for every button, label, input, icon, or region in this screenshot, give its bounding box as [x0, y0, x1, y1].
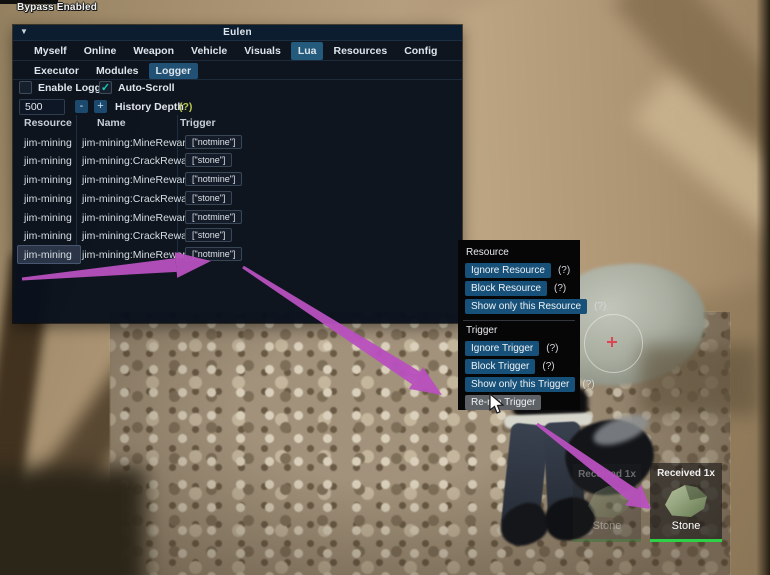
- rerun-trigger-button[interactable]: Re-run Trigger: [465, 395, 541, 410]
- name-cell: jim-mining:CrackReward: [82, 193, 196, 205]
- block-trigger-button[interactable]: Block Trigger: [465, 359, 535, 374]
- target-reticle-circle: [584, 314, 643, 373]
- help-icon: (?): [582, 379, 594, 390]
- window-title: Eulen: [13, 27, 462, 38]
- name-cell: jim-mining:MineReward: [82, 249, 192, 261]
- trigger-value[interactable]: ["notmine"]: [185, 247, 242, 261]
- name-cell: jim-mining:MineReward: [82, 174, 192, 186]
- notification-progress-bar: [650, 539, 722, 542]
- tab-myself[interactable]: Myself: [27, 42, 74, 60]
- resource-cell: jim-mining: [24, 137, 72, 149]
- history-depth-input[interactable]: [19, 99, 65, 115]
- ignore-trigger-button[interactable]: Ignore Trigger: [465, 341, 539, 356]
- trigger-context-menu: Resource Ignore Resource (?) Block Resou…: [458, 240, 580, 410]
- help-icon: (?): [546, 343, 558, 354]
- item-notification: Received 1x Stone: [650, 463, 722, 542]
- context-section-trigger: Trigger: [466, 325, 575, 336]
- resource-cell: jim-mining: [24, 230, 72, 242]
- table-row[interactable]: jim-mining jim-mining:CrackReward ["ston…: [13, 227, 462, 246]
- history-depth-help: (?): [179, 101, 192, 113]
- ignore-resource-button[interactable]: Ignore Resource: [465, 263, 551, 278]
- column-header-name: Name: [97, 117, 126, 129]
- bypass-status-label: Bypass Enabled: [17, 2, 97, 13]
- lua-subtab-bar: Executor Modules Logger: [13, 62, 462, 80]
- subtab-executor[interactable]: Executor: [27, 63, 86, 79]
- screen-edge-shadow: [756, 0, 770, 575]
- table-row[interactable]: jim-mining jim-mining:CrackReward ["ston…: [13, 152, 462, 171]
- item-notification-ghost: Received 1x Stone: [573, 464, 641, 542]
- subtab-modules[interactable]: Modules: [89, 63, 146, 79]
- crosshair-icon: [607, 341, 617, 343]
- show-only-trigger-button[interactable]: Show only this Trigger: [465, 377, 575, 392]
- history-depth-increment-button[interactable]: +: [94, 100, 107, 113]
- resource-cell: jim-mining: [24, 174, 72, 186]
- tab-visuals[interactable]: Visuals: [237, 42, 288, 60]
- autoscroll-checkbox[interactable]: ✓: [99, 81, 112, 94]
- table-row[interactable]: jim-mining jim-mining:MineReward ["notmi…: [13, 171, 462, 190]
- help-icon: (?): [542, 361, 554, 372]
- table-row[interactable]: jim-mining jim-mining:CrackReward ["ston…: [13, 190, 462, 209]
- history-depth-label: History Depth: [115, 101, 184, 113]
- received-label: Received 1x: [573, 469, 641, 480]
- item-name-label: Stone: [650, 520, 722, 532]
- history-depth-decrement-button[interactable]: -: [75, 100, 88, 113]
- item-name-label: Stone: [573, 520, 641, 532]
- tab-vehicle[interactable]: Vehicle: [184, 42, 234, 60]
- context-section-resource: Resource: [466, 247, 575, 258]
- show-only-resource-button[interactable]: Show only this Resource: [465, 299, 587, 314]
- dark-rocks-bottom-left: [0, 468, 145, 575]
- tab-resources[interactable]: Resources: [326, 42, 394, 60]
- resource-cell: jim-mining: [24, 212, 72, 224]
- name-cell: jim-mining:CrackReward: [82, 230, 196, 242]
- tab-weapon[interactable]: Weapon: [126, 42, 181, 60]
- trigger-value[interactable]: ["stone"]: [185, 191, 232, 205]
- tab-config[interactable]: Config: [397, 42, 444, 60]
- autoscroll-label: Auto-Scroll: [118, 82, 175, 94]
- help-icon: (?): [558, 265, 570, 276]
- enable-logger-checkbox[interactable]: [19, 81, 32, 94]
- table-row[interactable]: jim-mining jim-mining:MineReward ["notmi…: [13, 134, 462, 153]
- subtab-logger[interactable]: Logger: [149, 63, 199, 79]
- table-row[interactable]: jim-mining jim-mining:MineReward ["notmi…: [13, 209, 462, 228]
- stone-item-icon: [584, 483, 634, 521]
- eulen-menu-window: ▼ Eulen Myself Online Weapon Vehicle Vis…: [13, 25, 462, 323]
- trigger-value[interactable]: ["stone"]: [185, 153, 232, 167]
- name-cell: jim-mining:MineReward: [82, 212, 192, 224]
- resource-cell: jim-mining: [24, 249, 72, 261]
- window-titlebar[interactable]: ▼ Eulen: [13, 25, 462, 41]
- trigger-value[interactable]: ["notmine"]: [185, 135, 242, 149]
- table-row-selected[interactable]: jim-mining jim-mining:MineReward ["notmi…: [13, 246, 462, 265]
- name-cell: jim-mining:MineReward: [82, 137, 192, 149]
- received-label: Received 1x: [650, 468, 722, 479]
- menu-divider: [463, 320, 575, 321]
- help-icon: (?): [554, 283, 566, 294]
- trigger-value[interactable]: ["notmine"]: [185, 172, 242, 186]
- trigger-value[interactable]: ["notmine"]: [185, 210, 242, 224]
- help-icon: (?): [594, 301, 606, 312]
- trigger-value[interactable]: ["stone"]: [185, 228, 232, 242]
- resource-cell: jim-mining: [24, 193, 72, 205]
- notification-progress-bar: [573, 539, 641, 542]
- main-tab-bar: Myself Online Weapon Vehicle Visuals Lua…: [13, 41, 462, 61]
- game-screen: Bypass Enabled ▼ Eulen Myself Online Wea…: [0, 0, 770, 575]
- tab-online[interactable]: Online: [77, 42, 124, 60]
- resource-cell: jim-mining: [24, 155, 72, 167]
- column-header-trigger: Trigger: [180, 117, 216, 129]
- name-cell: jim-mining:CrackReward: [82, 155, 196, 167]
- boulder-shadow: [640, 345, 760, 415]
- column-header-resource: Resource: [24, 117, 72, 129]
- tab-lua[interactable]: Lua: [291, 42, 324, 60]
- block-resource-button[interactable]: Block Resource: [465, 281, 547, 296]
